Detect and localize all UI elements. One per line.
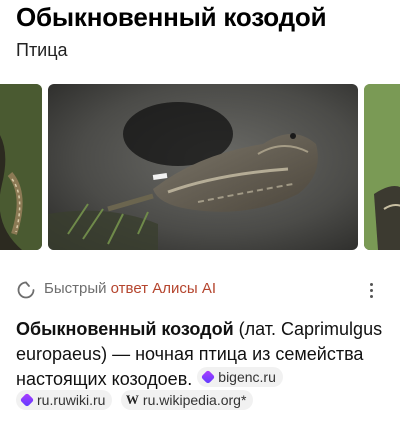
alice-label-accent: ответ Алисы AI: [110, 280, 216, 297]
sources-row: ru.ruwiki.ru Wru.wikipedia.org*: [16, 390, 388, 412]
gallery-image-left[interactable]: [0, 84, 42, 250]
alice-label-plain: Быстрый: [44, 280, 111, 297]
page-title: Обыкновенный козодой: [16, 2, 327, 32]
source-chip-wikipedia[interactable]: Wru.wikipedia.org*: [120, 390, 254, 410]
page-subtitle: Птица: [16, 40, 68, 60]
bird-photo-left: [0, 84, 42, 250]
ruwiki-icon: [19, 392, 35, 408]
more-dot: [369, 288, 373, 292]
source-chip-ruwiki[interactable]: ru.ruwiki.ru: [16, 390, 113, 410]
bigenc-icon: [201, 369, 216, 385]
more-vertical-icon: [369, 282, 373, 286]
source-label: ru.wikipedia.org*: [142, 392, 247, 408]
source-label: bigenc.ru: [218, 368, 276, 385]
gallery-image-main[interactable]: [48, 84, 358, 250]
answer-term: Обыкновенный козодой: [16, 319, 234, 339]
alice-answer-header: Быстрый ответ Алисы AI: [16, 278, 386, 302]
alice-answer-label: Быстрый ответ Алисы AI: [44, 280, 216, 297]
answer-text: Обыкновенный козодой (лат. Caprimulgus e…: [16, 317, 388, 392]
alice-ring-icon: [17, 281, 35, 299]
source-chip-bigenc[interactable]: bigenc.ru: [197, 367, 283, 387]
nightjar-photo: [48, 84, 358, 250]
more-options-button[interactable]: [362, 278, 380, 302]
more-dot: [369, 294, 373, 298]
image-gallery[interactable]: [0, 84, 400, 250]
source-label: ru.ruwiki.ru: [37, 392, 106, 408]
wikipedia-icon: W: [125, 392, 139, 407]
bird-photo-right: [364, 84, 400, 250]
gallery-image-right[interactable]: [364, 84, 400, 250]
